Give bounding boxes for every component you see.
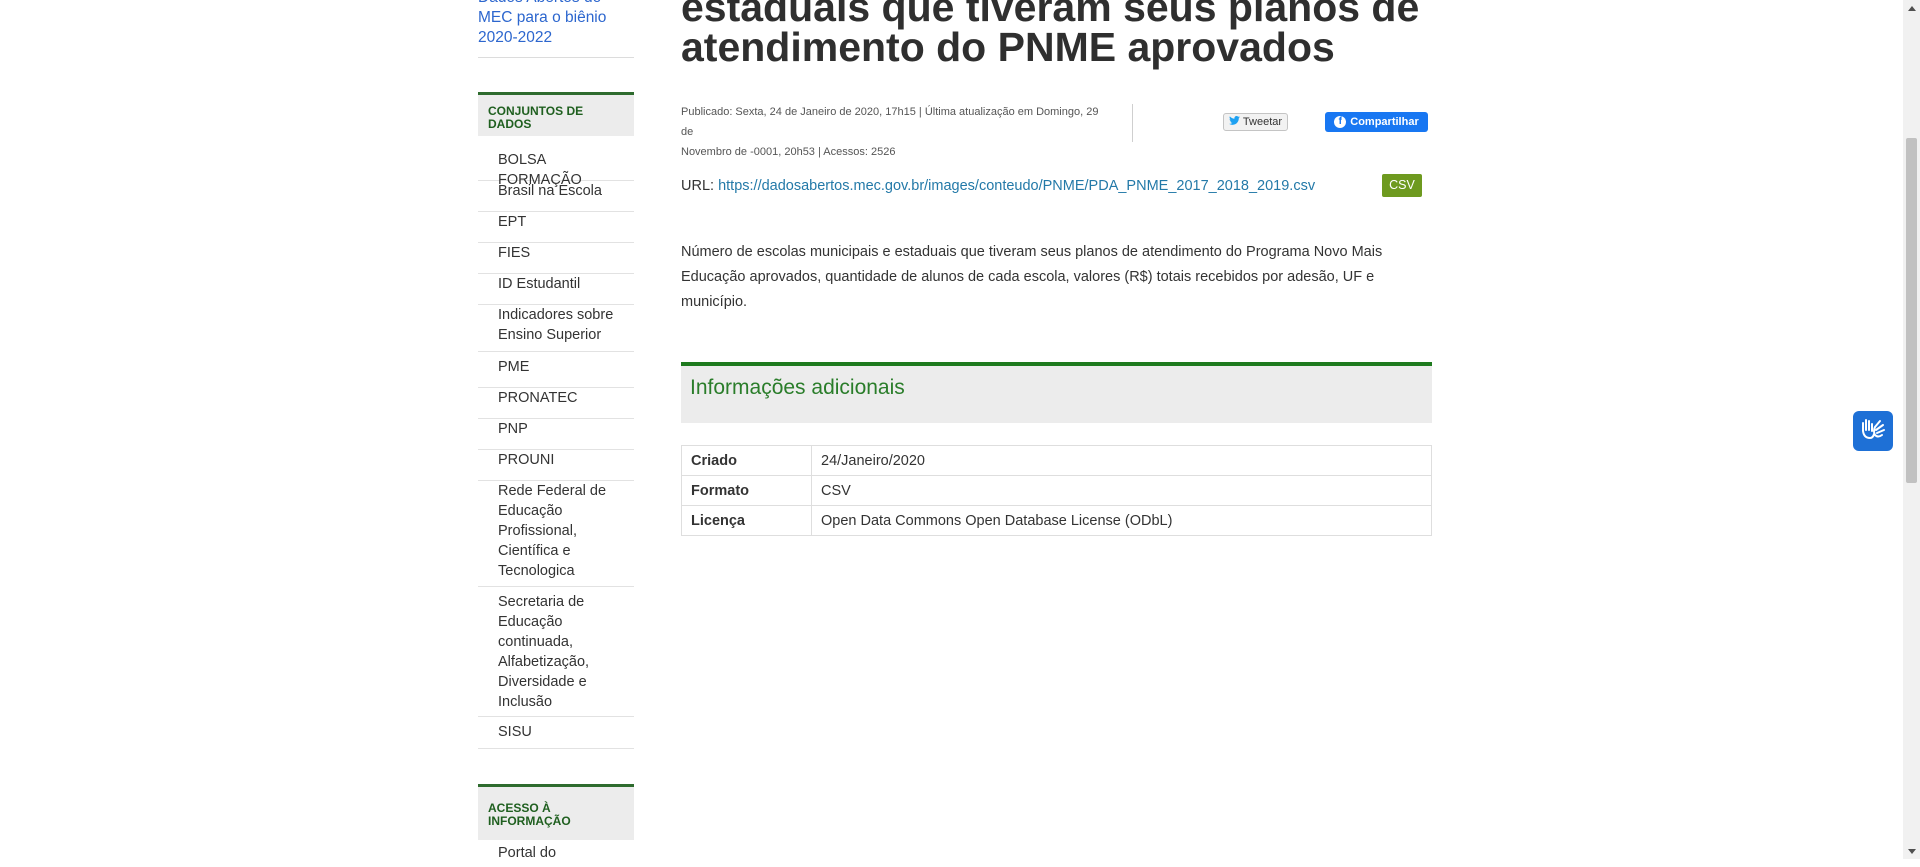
dataset-url-link[interactable]: https://dadosabertos.mec.gov.br/images/c… — [718, 178, 1315, 194]
hands-sign-language-icon — [1860, 417, 1886, 446]
sidebar-item-indicadores-ensino-superior[interactable]: Indicadores sobre Ensino Superior — [478, 305, 634, 352]
dataset-url-row: URL: https://dadosabertos.mec.gov.br/ima… — [681, 176, 1315, 196]
sidebar-item-brasil-na-escola[interactable]: Brasil na Escola — [478, 181, 634, 212]
info-value-formato: CSV — [811, 475, 1432, 506]
sidebar-divider — [478, 57, 634, 58]
twitter-bird-icon — [1229, 113, 1240, 131]
sidebar-item-prouni[interactable]: PROUNI — [478, 450, 634, 481]
info-value-criado: 24/Janeiro/2020 — [811, 445, 1432, 476]
page-title: estaduais que tiveram seus planos de ate… — [681, 0, 1441, 70]
scroll-up-arrow-icon[interactable] — [1903, 0, 1920, 16]
dataset-description: Número de escolas municipais e estaduais… — [681, 244, 1383, 310]
page-scrollbar[interactable] — [1903, 0, 1920, 859]
sidebar-item-secadi[interactable]: Secretaria de Educação continuada, Alfab… — [478, 592, 634, 717]
table-row: Formato CSV — [681, 475, 1432, 506]
sidebar-item-fies[interactable]: FIES — [478, 243, 634, 274]
scrollbar-thumb[interactable] — [1906, 138, 1917, 483]
page-title-line-2: atendimento do PNME aprovados — [681, 24, 1335, 70]
sidebar-heading-datasets: CONJUNTOS DE DADOS — [478, 92, 634, 136]
accessibility-vlibras-button[interactable] — [1853, 411, 1893, 451]
info-key-licenca: Licença — [681, 505, 812, 536]
publication-meta-line-2: Novembro de -0001, 20h53 | Acessos: 2526 — [681, 146, 896, 158]
table-row: Criado 24/Janeiro/2020 — [681, 445, 1432, 476]
facebook-share-button[interactable]: f Compartilhar — [1325, 112, 1428, 132]
sidebar-heading-acesso-informacao: ACESSO À INFORMAÇÃO — [478, 784, 634, 840]
table-row: Licença Open Data Commons Open Database … — [681, 505, 1432, 536]
publication-meta-line-1: Publicado: Sexta, 24 de Janeiro de 2020,… — [681, 106, 1099, 138]
sidebar-item-portal[interactable]: Portal do — [478, 843, 634, 867]
sidebar-item-pnp[interactable]: PNP — [478, 419, 634, 450]
additional-info-table: Criado 24/Janeiro/2020 Formato CSV Licen… — [681, 445, 1432, 536]
sidebar-link-dados-abertos-bienio[interactable]: Dados Abertos do MEC para o biênio 2020-… — [478, 0, 628, 48]
publication-meta: Publicado: Sexta, 24 de Janeiro de 2020,… — [681, 102, 1111, 162]
url-label: URL: — [681, 178, 715, 194]
info-key-criado: Criado — [681, 445, 812, 476]
info-value-licenca: Open Data Commons Open Database License … — [811, 505, 1432, 536]
sidebar-item-rede-federal[interactable]: Rede Federal de Educação Profissional, C… — [478, 481, 634, 587]
scroll-down-arrow-icon[interactable] — [1903, 843, 1920, 859]
tweet-button[interactable]: Tweetar — [1223, 113, 1288, 131]
facebook-icon: f — [1334, 116, 1347, 128]
sidebar-item-pronatec[interactable]: PRONATEC — [478, 388, 634, 419]
facebook-share-label: Compartilhar — [1350, 116, 1419, 128]
additional-info-header: Informações adicionais — [681, 362, 1432, 423]
sidebar-item-sisu[interactable]: SISU — [478, 722, 634, 749]
sidebar-item-bolsa-formacao[interactable]: BOLSA FORMAÇÃO — [478, 150, 634, 188]
info-key-formato: Formato — [681, 475, 812, 506]
additional-info-title: Informações adicionais — [690, 376, 905, 399]
sidebar-item-pme[interactable]: PME — [478, 357, 634, 388]
sidebar-item-id-estudantil[interactable]: ID Estudantil — [478, 274, 634, 305]
meta-divider — [1132, 104, 1133, 142]
sidebar-item-ept[interactable]: EPT — [478, 212, 634, 243]
tweet-button-label: Tweetar — [1242, 116, 1283, 128]
format-badge-csv: CSV — [1382, 174, 1422, 197]
